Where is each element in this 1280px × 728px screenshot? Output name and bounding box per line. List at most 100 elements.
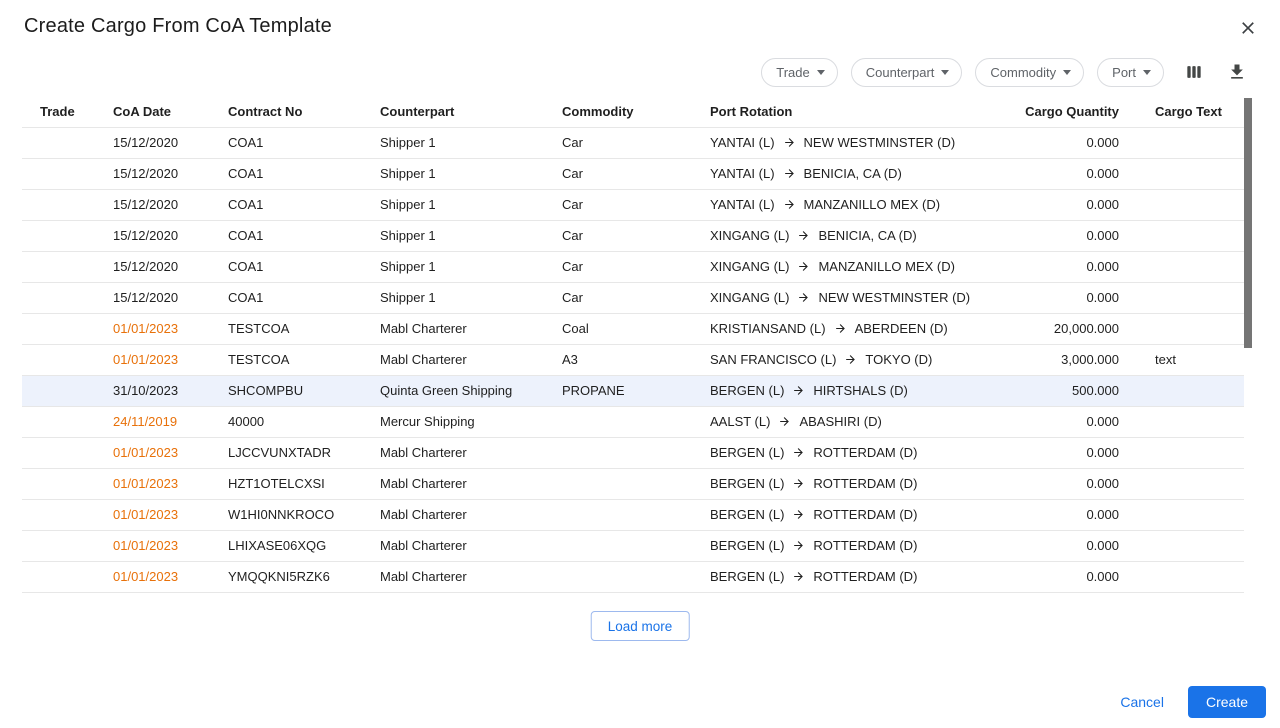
table-row[interactable]: 01/01/2023 YMQQKNI5RZK6 Mabl Charterer B…: [22, 561, 1244, 592]
cell-coa-date: 15/12/2020: [95, 282, 210, 313]
cell-counterpart: Mabl Charterer: [362, 313, 544, 344]
table-row[interactable]: 15/12/2020 COA1 Shipper 1 Car YANTAI (L)…: [22, 189, 1244, 220]
table-row[interactable]: 01/01/2023 TESTCOA Mabl Charterer Coal K…: [22, 313, 1244, 344]
cancel-button[interactable]: Cancel: [1106, 686, 1178, 718]
header-cargo-text[interactable]: Cargo Text: [1137, 96, 1244, 127]
cell-coa-date: 01/01/2023: [95, 468, 210, 499]
filter-port[interactable]: Port: [1097, 58, 1164, 87]
cell-cargo-text: [1137, 220, 1244, 251]
header-port-rotation[interactable]: Port Rotation: [692, 96, 1017, 127]
cell-contract-no: COA1: [210, 127, 362, 158]
cell-coa-date: 01/01/2023: [95, 561, 210, 592]
table-row[interactable]: 15/12/2020 COA1 Shipper 1 Car XINGANG (L…: [22, 220, 1244, 251]
table-row[interactable]: 01/01/2023 LJCCVUNXTADR Mabl Charterer B…: [22, 437, 1244, 468]
table-row[interactable]: 01/01/2023 W1HI0NNKROCO Mabl Charterer B…: [22, 499, 1244, 530]
filter-counterpart-label: Counterpart: [866, 65, 935, 80]
header-commodity[interactable]: Commodity: [544, 96, 692, 127]
load-more-button[interactable]: Load more: [591, 611, 690, 641]
cell-commodity: Car: [544, 282, 692, 313]
cell-coa-date: 24/11/2019: [95, 406, 210, 437]
cell-cargo-quantity: 0.000: [1017, 530, 1137, 561]
filter-commodity[interactable]: Commodity: [975, 58, 1084, 87]
cell-counterpart: Shipper 1: [362, 189, 544, 220]
cell-contract-no: COA1: [210, 220, 362, 251]
chevron-down-icon: [817, 70, 825, 75]
header-coa-date[interactable]: CoA Date: [95, 96, 210, 127]
filter-commodity-label: Commodity: [990, 65, 1056, 80]
cell-trade: [22, 561, 95, 592]
table-body: 15/12/2020 COA1 Shipper 1 Car YANTAI (L)…: [22, 127, 1244, 592]
route-arrow-icon: [797, 260, 810, 273]
cell-counterpart: Shipper 1: [362, 158, 544, 189]
route-arrow-icon: [792, 477, 805, 490]
cell-commodity: [544, 406, 692, 437]
cell-trade: [22, 158, 95, 189]
discharge-port: BENICIA, CA (D): [818, 228, 916, 243]
cell-cargo-quantity: 3,000.000: [1017, 344, 1137, 375]
table-row[interactable]: 15/12/2020 COA1 Shipper 1 Car XINGANG (L…: [22, 251, 1244, 282]
cell-counterpart: Shipper 1: [362, 282, 544, 313]
cell-port-rotation: XINGANG (L) BENICIA, CA (D): [692, 220, 1017, 251]
download-icon[interactable]: [1224, 59, 1250, 85]
table-row[interactable]: 01/01/2023 HZT1OTELCXSI Mabl Charterer B…: [22, 468, 1244, 499]
cell-commodity: Car: [544, 251, 692, 282]
cell-cargo-text: [1137, 189, 1244, 220]
close-icon[interactable]: [1236, 16, 1260, 40]
cell-port-rotation: XINGANG (L) MANZANILLO MEX (D): [692, 251, 1017, 282]
coa-template-table: Trade CoA Date Contract No Counterpart C…: [22, 96, 1244, 593]
cell-port-rotation: SAN FRANCISCO (L) TOKYO (D): [692, 344, 1017, 375]
route-arrow-icon: [792, 384, 805, 397]
cell-commodity: Car: [544, 158, 692, 189]
load-port: SAN FRANCISCO (L): [710, 352, 836, 367]
route-arrow-icon: [783, 167, 796, 180]
discharge-port: ROTTERDAM (D): [813, 507, 917, 522]
cell-port-rotation: BERGEN (L) ROTTERDAM (D): [692, 530, 1017, 561]
chevron-down-icon: [1143, 70, 1151, 75]
filter-trade-label: Trade: [776, 65, 809, 80]
cell-cargo-text: [1137, 530, 1244, 561]
cell-contract-no: COA1: [210, 251, 362, 282]
cell-coa-date: 01/01/2023: [95, 313, 210, 344]
cell-port-rotation: XINGANG (L) NEW WESTMINSTER (D): [692, 282, 1017, 313]
header-counterpart[interactable]: Counterpart: [362, 96, 544, 127]
cell-port-rotation: BERGEN (L) ROTTERDAM (D): [692, 468, 1017, 499]
load-port: YANTAI (L): [710, 166, 775, 181]
load-port: AALST (L): [710, 414, 770, 429]
filter-trade[interactable]: Trade: [761, 58, 837, 87]
cell-trade: [22, 251, 95, 282]
header-trade[interactable]: Trade: [22, 96, 95, 127]
table-row[interactable]: 24/11/2019 40000 Mercur Shipping AALST (…: [22, 406, 1244, 437]
table-row[interactable]: 01/01/2023 TESTCOA Mabl Charterer A3 SAN…: [22, 344, 1244, 375]
table-row[interactable]: 31/10/2023 SHCOMPBU Quinta Green Shippin…: [22, 375, 1244, 406]
load-port: XINGANG (L): [710, 228, 789, 243]
cell-commodity: Car: [544, 220, 692, 251]
chevron-down-icon: [941, 70, 949, 75]
scrollbar-thumb[interactable]: [1244, 98, 1252, 348]
cell-trade: [22, 437, 95, 468]
route-arrow-icon: [792, 539, 805, 552]
cell-contract-no: W1HI0NNKROCO: [210, 499, 362, 530]
columns-icon[interactable]: [1181, 59, 1207, 85]
cell-counterpart: Mercur Shipping: [362, 406, 544, 437]
route-arrow-icon: [834, 322, 847, 335]
cell-counterpart: Mabl Charterer: [362, 437, 544, 468]
filter-port-label: Port: [1112, 65, 1136, 80]
table-row[interactable]: 15/12/2020 COA1 Shipper 1 Car XINGANG (L…: [22, 282, 1244, 313]
table-row[interactable]: 15/12/2020 COA1 Shipper 1 Car YANTAI (L)…: [22, 158, 1244, 189]
header-contract-no[interactable]: Contract No: [210, 96, 362, 127]
discharge-port: TOKYO (D): [865, 352, 932, 367]
cell-cargo-quantity: 0.000: [1017, 158, 1137, 189]
route-arrow-icon: [797, 291, 810, 304]
cell-commodity: A3: [544, 344, 692, 375]
load-port: BERGEN (L): [710, 383, 784, 398]
header-cargo-quantity[interactable]: Cargo Quantity: [1017, 96, 1137, 127]
table-row[interactable]: 01/01/2023 LHIXASE06XQG Mabl Charterer B…: [22, 530, 1244, 561]
table-row[interactable]: 15/12/2020 COA1 Shipper 1 Car YANTAI (L)…: [22, 127, 1244, 158]
chevron-down-icon: [1063, 70, 1071, 75]
cell-counterpart: Shipper 1: [362, 220, 544, 251]
create-button[interactable]: Create: [1188, 686, 1266, 718]
cell-cargo-quantity: 0.000: [1017, 127, 1137, 158]
route-arrow-icon: [783, 198, 796, 211]
cell-port-rotation: BERGEN (L) ROTTERDAM (D): [692, 437, 1017, 468]
filter-counterpart[interactable]: Counterpart: [851, 58, 963, 87]
